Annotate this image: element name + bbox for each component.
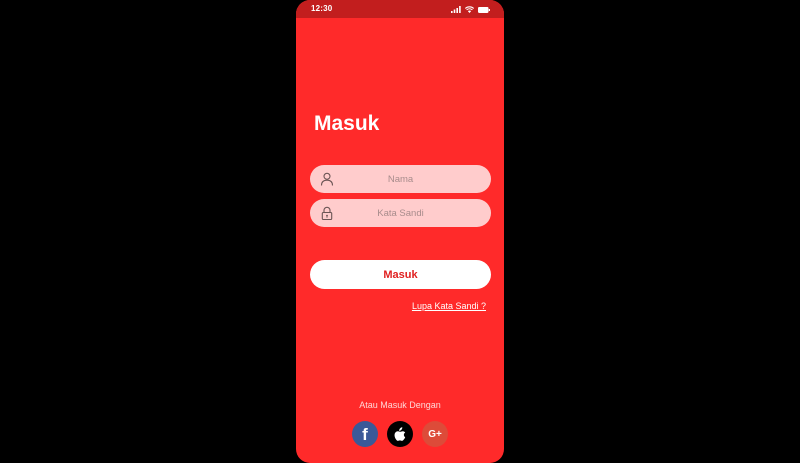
page-title: Masuk xyxy=(314,112,380,135)
phone-frame: 12:30 Masuk Nama Masuk Lupa Kata Sandi ?… xyxy=(296,0,504,463)
alt-login-label: Atau Masuk Dengan xyxy=(359,400,441,410)
facebook-login-button[interactable]: f xyxy=(352,421,378,447)
apple-icon xyxy=(394,427,406,441)
password-field[interactable] xyxy=(310,199,491,227)
signal-icon xyxy=(451,6,461,13)
user-icon xyxy=(320,172,334,186)
forgot-password-link[interactable]: Lupa Kata Sandi ? xyxy=(412,301,486,311)
apple-login-button[interactable] xyxy=(387,421,413,447)
status-icons xyxy=(451,5,490,14)
wifi-icon xyxy=(465,6,474,13)
google-login-button[interactable]: G+ xyxy=(422,421,448,447)
status-time: 12:30 xyxy=(311,4,333,13)
login-button[interactable]: Masuk xyxy=(310,260,491,289)
lock-icon xyxy=(321,206,333,220)
password-input[interactable] xyxy=(338,199,463,227)
battery-icon xyxy=(478,6,490,13)
name-field[interactable] xyxy=(310,165,491,193)
google-plus-icon: G+ xyxy=(428,428,442,440)
screen: 12:30 Masuk Nama Masuk Lupa Kata Sandi ?… xyxy=(0,0,800,463)
social-login-row: f G+ xyxy=(296,421,504,447)
status-bar: 12:30 xyxy=(296,0,504,18)
name-input[interactable] xyxy=(338,165,463,193)
facebook-icon: f xyxy=(362,425,368,444)
